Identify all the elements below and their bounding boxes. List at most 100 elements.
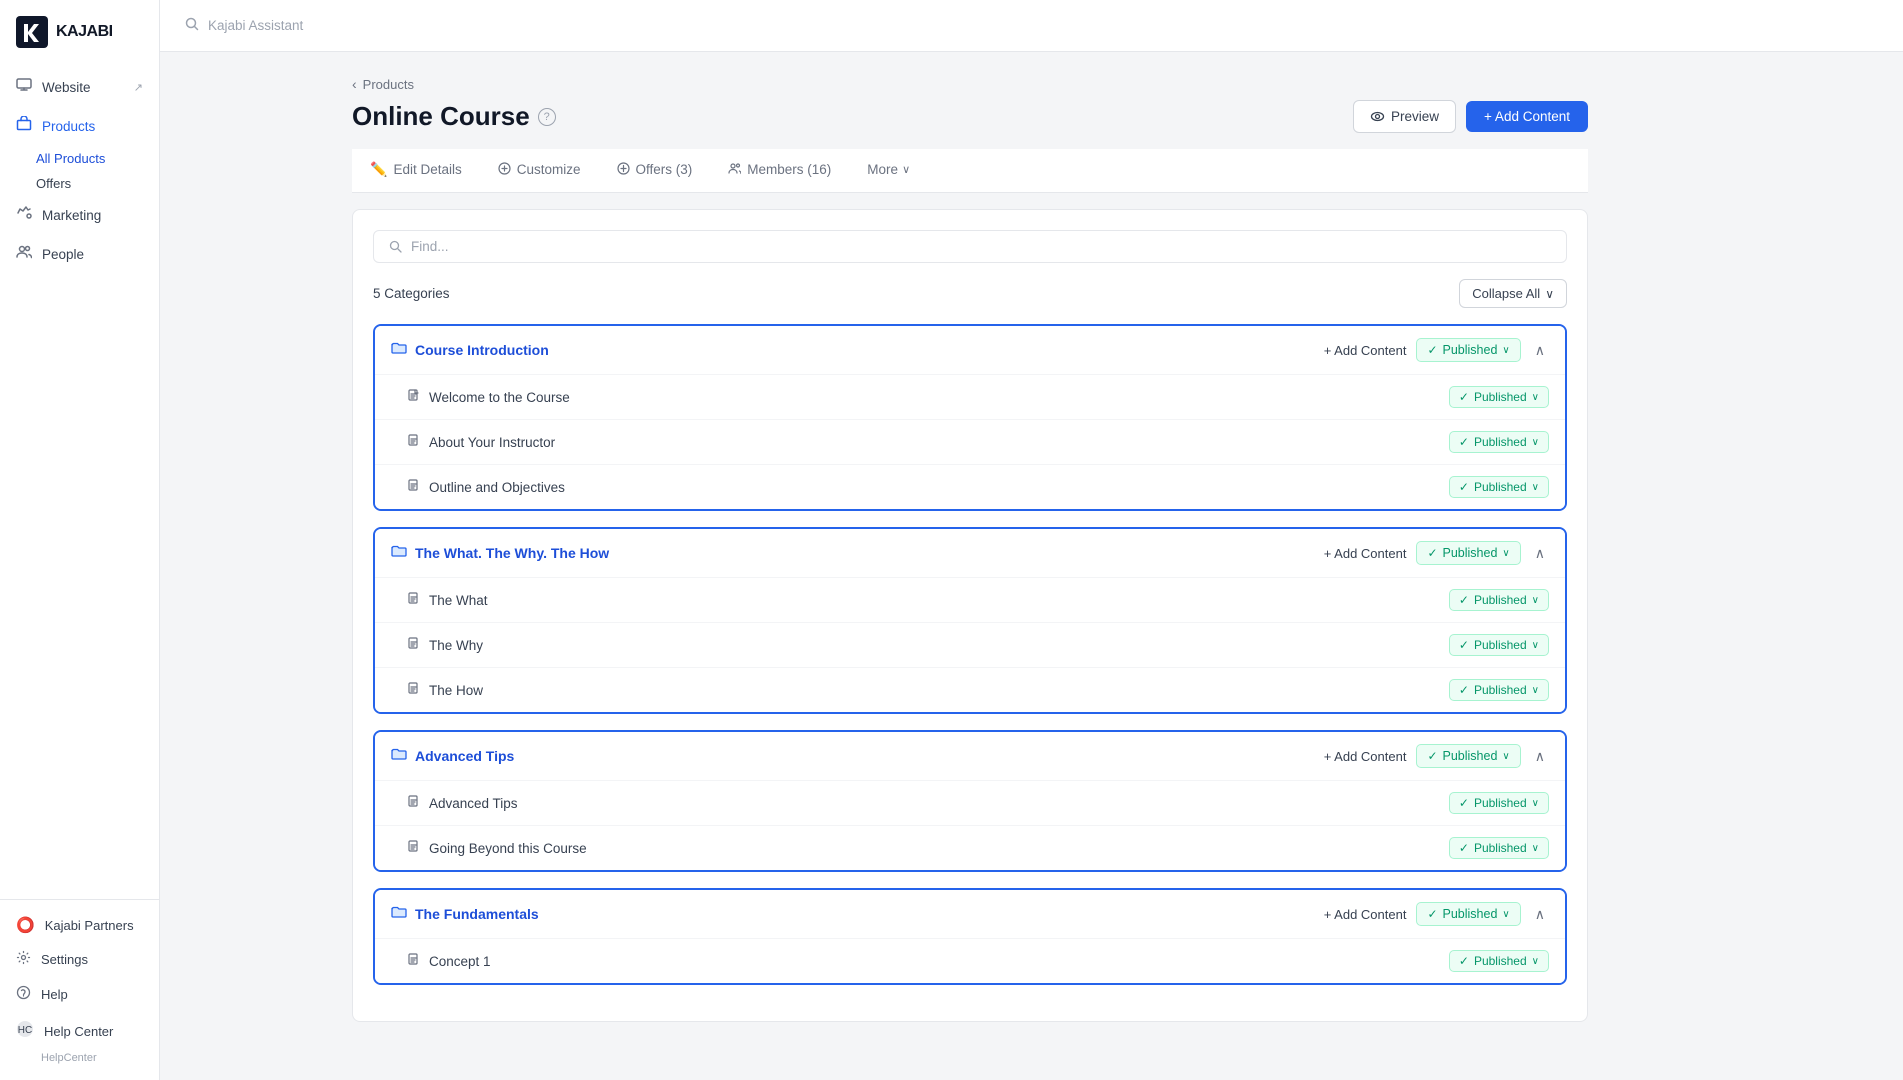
sidebar-help-center[interactable]: HC Help Center HelpCenter xyxy=(0,1012,159,1072)
item-status-badge-4-1[interactable]: ✓ Published ∨ xyxy=(1449,950,1549,972)
item-status-badge-1-3[interactable]: ✓ Published ∨ xyxy=(1449,476,1549,498)
tab-offers-label: Offers (3) xyxy=(636,162,693,177)
marketing-icon xyxy=(16,205,32,226)
breadcrumb[interactable]: ‹ Products xyxy=(352,76,1588,92)
item-status-badge-3-2[interactable]: ✓ Published ∨ xyxy=(1449,837,1549,859)
category-header-1[interactable]: Course Introduction + Add Content ✓ Publ… xyxy=(375,326,1565,374)
item-check-icon-3-1: ✓ xyxy=(1459,796,1469,810)
content-item-1-2[interactable]: About Your Instructor ✓ Published ∨ xyxy=(375,419,1565,464)
settings-icon xyxy=(16,950,31,969)
tab-edit-details[interactable]: ✏️ Edit Details xyxy=(352,149,480,192)
folder-icon-3 xyxy=(391,746,407,766)
sidebar: KAJABI Website ↗ Products All Products O… xyxy=(0,0,160,1080)
content-item-1-1[interactable]: Welcome to the Course ✓ Published ∨ xyxy=(375,374,1565,419)
people-icon xyxy=(16,244,32,265)
doc-icon-2-2 xyxy=(407,637,421,654)
preview-label: Preview xyxy=(1391,109,1439,124)
item-status-2-3: Published xyxy=(1474,683,1527,697)
content-item-title-4-1: Concept 1 xyxy=(429,954,491,969)
item-status-badge-2-1[interactable]: ✓ Published ∨ xyxy=(1449,589,1549,611)
sidebar-item-marketing[interactable]: Marketing xyxy=(0,196,159,235)
collapse-all-button[interactable]: Collapse All ∨ xyxy=(1459,279,1567,308)
check-icon-2: ✓ xyxy=(1427,546,1437,560)
help-circle-icon[interactable]: ? xyxy=(538,108,556,126)
category-add-content-2[interactable]: + Add Content xyxy=(1324,546,1407,561)
category-header-left-4: The Fundamentals xyxy=(391,904,1324,924)
sidebar-sub-all-products[interactable]: All Products xyxy=(36,146,159,171)
sidebar-bottom: ⭕ Kajabi Partners Settings Help HC Help … xyxy=(0,899,159,1080)
doc-icon-1-2 xyxy=(407,434,421,451)
logo[interactable]: KAJABI xyxy=(0,0,159,60)
item-check-icon-2-2: ✓ xyxy=(1459,638,1469,652)
sidebar-item-people[interactable]: People xyxy=(0,235,159,274)
edit-icon: ✏️ xyxy=(370,161,387,178)
customize-icon xyxy=(498,162,511,178)
sidebar-sub-offers[interactable]: Offers xyxy=(36,171,159,196)
tab-more[interactable]: More ∨ xyxy=(849,150,928,191)
item-status-badge-1-2[interactable]: ✓ Published ∨ xyxy=(1449,431,1549,453)
content-item-1-3[interactable]: Outline and Objectives ✓ Published ∨ xyxy=(375,464,1565,509)
content-item-2-3[interactable]: The How ✓ Published ∨ xyxy=(375,667,1565,712)
category-status-1: Published xyxy=(1443,343,1498,357)
tab-members[interactable]: Members (16) xyxy=(710,150,849,192)
item-status-badge-3-1[interactable]: ✓ Published ∨ xyxy=(1449,792,1549,814)
item-status-badge-2-2[interactable]: ✓ Published ∨ xyxy=(1449,634,1549,656)
content-item-3-2[interactable]: Going Beyond this Course ✓ Published ∨ xyxy=(375,825,1565,870)
content-item-4-1[interactable]: Concept 1 ✓ Published ∨ xyxy=(375,938,1565,983)
category-collapse-btn-1[interactable]: ∧ xyxy=(1531,340,1549,361)
svg-text:HC: HC xyxy=(18,1025,32,1036)
category-header-right-2: + Add Content ✓ Published ∨ ∧ xyxy=(1324,541,1549,565)
category-published-badge-2[interactable]: ✓ Published ∨ xyxy=(1416,541,1520,565)
check-icon-4: ✓ xyxy=(1427,907,1437,921)
products-icon xyxy=(16,116,32,137)
sidebar-item-website[interactable]: Website ↗ xyxy=(0,68,159,107)
item-chevron-1-2: ∨ xyxy=(1532,437,1539,448)
badge-chevron-2: ∨ xyxy=(1502,548,1509,559)
category-add-content-4[interactable]: + Add Content xyxy=(1324,907,1407,922)
item-status-badge-1-1[interactable]: ✓ Published ∨ xyxy=(1449,386,1549,408)
category-published-badge-4[interactable]: ✓ Published ∨ xyxy=(1416,902,1520,926)
item-status-1-1: Published xyxy=(1474,390,1527,404)
tab-offers[interactable]: Offers (3) xyxy=(599,150,711,192)
content-item-title-3-2: Going Beyond this Course xyxy=(429,841,587,856)
content-search-bar[interactable]: Find... xyxy=(373,230,1567,263)
category-published-badge-1[interactable]: ✓ Published ∨ xyxy=(1416,338,1520,362)
item-check-icon-2-1: ✓ xyxy=(1459,593,1469,607)
category-header-4[interactable]: The Fundamentals + Add Content ✓ Publish… xyxy=(375,890,1565,938)
add-content-button[interactable]: + Add Content xyxy=(1466,101,1588,132)
sidebar-item-products[interactable]: Products xyxy=(0,107,159,146)
help-center-label: Help Center xyxy=(44,1024,113,1039)
category-add-content-1[interactable]: + Add Content xyxy=(1324,343,1407,358)
category-header-3[interactable]: Advanced Tips + Add Content ✓ Published … xyxy=(375,732,1565,780)
offers-icon xyxy=(617,162,630,178)
tab-customize-label: Customize xyxy=(517,162,581,177)
category-published-badge-3[interactable]: ✓ Published ∨ xyxy=(1416,744,1520,768)
preview-button[interactable]: Preview xyxy=(1353,100,1456,133)
content-item-2-2[interactable]: The Why ✓ Published ∨ xyxy=(375,622,1565,667)
tabs-bar: ✏️ Edit Details Customize Offers (3) Me xyxy=(352,149,1588,193)
category-collapse-btn-4[interactable]: ∧ xyxy=(1531,904,1549,925)
search-bar[interactable]: Kajabi Assistant xyxy=(184,16,303,36)
category-header-right-4: + Add Content ✓ Published ∨ ∧ xyxy=(1324,902,1549,926)
category-collapse-btn-3[interactable]: ∧ xyxy=(1531,746,1549,767)
item-chevron-1-3: ∨ xyxy=(1532,482,1539,493)
content-item-2-1[interactable]: The What ✓ Published ∨ xyxy=(375,577,1565,622)
category-add-content-3[interactable]: + Add Content xyxy=(1324,749,1407,764)
item-status-badge-2-3[interactable]: ✓ Published ∨ xyxy=(1449,679,1549,701)
category-header-2[interactable]: The What. The Why. The How + Add Content… xyxy=(375,529,1565,577)
item-status-1-2: Published xyxy=(1474,435,1527,449)
content-item-title-1-1: Welcome to the Course xyxy=(429,390,570,405)
tab-customize[interactable]: Customize xyxy=(480,150,599,192)
sidebar-kajabi-partners[interactable]: ⭕ Kajabi Partners xyxy=(0,908,159,942)
category-collapse-btn-2[interactable]: ∧ xyxy=(1531,543,1549,564)
folder-icon-4 xyxy=(391,904,407,924)
sidebar-settings[interactable]: Settings xyxy=(0,942,159,977)
chevron-down-icon: ∨ xyxy=(902,163,910,176)
sidebar-nav: Website ↗ Products All Products Offers M… xyxy=(0,60,159,899)
item-status-1-3: Published xyxy=(1474,480,1527,494)
content-item-title-2-3: The How xyxy=(429,683,483,698)
sidebar-help[interactable]: Help xyxy=(0,977,159,1012)
content-item-3-1[interactable]: Advanced Tips ✓ Published ∨ xyxy=(375,780,1565,825)
item-chevron-2-2: ∨ xyxy=(1532,640,1539,651)
folder-icon-1 xyxy=(391,340,407,360)
